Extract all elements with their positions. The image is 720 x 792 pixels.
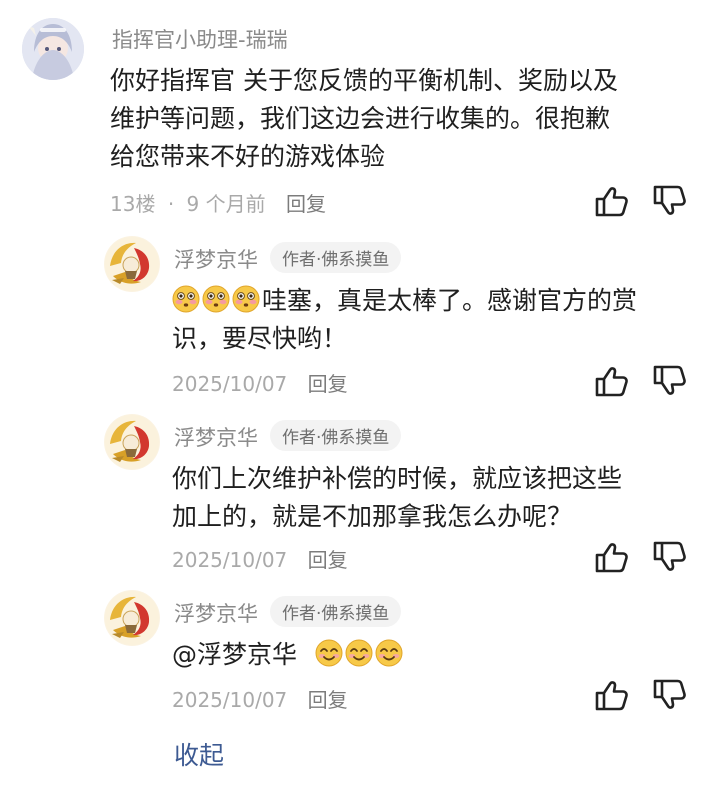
comment-line: 维护等问题，我们这边会进行收集的。很抱歉 [110, 104, 611, 133]
reply-button[interactable]: 回复 [286, 192, 326, 216]
reply-header: 浮梦京华 作者·佛系摸鱼 [174, 420, 402, 452]
author-badge: 作者·佛系摸鱼 [270, 242, 402, 273]
reply-date: 2025/10/07 [172, 372, 288, 396]
smiling-face-icon [375, 639, 403, 667]
username[interactable]: 浮梦京华 [174, 248, 258, 272]
reply-header: 浮梦京华 作者·佛系摸鱼 [174, 242, 402, 274]
thumb-up-icon[interactable] [594, 678, 630, 712]
reply-button[interactable]: 回复 [308, 548, 348, 572]
reply-header: 浮梦京华 作者·佛系摸鱼 [174, 596, 402, 628]
reply-meta: 2025/10/07 回复 [172, 544, 348, 573]
thumb-up-icon[interactable] [594, 364, 630, 398]
thumb-down-icon[interactable] [652, 364, 688, 398]
author-avatar[interactable] [104, 414, 160, 470]
collapse-replies-link[interactable]: 收起 [174, 736, 224, 772]
thumb-down-icon[interactable] [652, 184, 688, 218]
reply-date: 2025/10/07 [172, 688, 288, 712]
comment-line: 给您带来不好的游戏体验 [110, 142, 386, 171]
reply-line: 识，要尽快哟！ [172, 324, 348, 353]
reply-button[interactable]: 回复 [308, 688, 348, 712]
reply-meta: 2025/10/07 回复 [172, 684, 348, 713]
flushed-face-icon [172, 285, 200, 313]
reply-line: 加上的，就是不加那拿我怎么办呢？ [172, 502, 573, 531]
reply-line: 哇塞，真是太棒了。感谢官方的赏 [172, 282, 692, 320]
thumb-up-icon[interactable] [594, 540, 630, 574]
reply-line-text: 哇塞，真是太棒了。感谢官方的赏 [262, 286, 638, 315]
author-badge: 作者·佛系摸鱼 [270, 420, 402, 451]
flushed-face-icon [232, 285, 260, 313]
thumb-down-icon[interactable] [652, 540, 688, 574]
username[interactable]: 浮梦京华 [174, 426, 258, 450]
thumb-up-icon[interactable] [594, 184, 630, 218]
username[interactable]: 浮梦京华 [174, 602, 258, 626]
reply-button[interactable]: 回复 [308, 372, 348, 396]
reply-text: @浮梦京华 [172, 636, 692, 674]
author-badge: 作者·佛系摸鱼 [270, 596, 402, 627]
separator: · [167, 192, 175, 216]
flushed-face-icon [202, 285, 230, 313]
author-avatar[interactable] [104, 236, 160, 292]
reply-text: 你们上次维护补偿的时候，就应该把这些 加上的，就是不加那拿我怎么办呢？ [172, 460, 692, 536]
reply-date: 2025/10/07 [172, 548, 288, 572]
reply-line: 你们上次维护补偿的时候，就应该把这些 [172, 464, 623, 493]
reply-line: @浮梦京华 [172, 636, 692, 674]
user-avatar[interactable] [22, 18, 84, 80]
thumb-down-icon[interactable] [652, 678, 688, 712]
smiling-face-icon [345, 639, 373, 667]
comment-meta: 13楼 · 9 个月前 回复 [110, 188, 326, 217]
author-avatar[interactable] [104, 590, 160, 646]
username[interactable]: 指挥官小助理-瑞瑞 [112, 24, 288, 54]
comment-time: 9 个月前 [186, 192, 266, 216]
comment-line: 你好指挥官 关于您反馈的平衡机制、奖励以及 [110, 66, 618, 95]
floor-number: 13楼 [110, 192, 156, 216]
mention-link[interactable]: @浮梦京华 [172, 640, 297, 669]
reply-text: 哇塞，真是太棒了。感谢官方的赏 识，要尽快哟！ [172, 282, 692, 358]
comment-text: 你好指挥官 关于您反馈的平衡机制、奖励以及 维护等问题，我们这边会进行收集的。很… [110, 62, 690, 176]
smiling-face-icon [315, 639, 343, 667]
reply-meta: 2025/10/07 回复 [172, 368, 348, 397]
